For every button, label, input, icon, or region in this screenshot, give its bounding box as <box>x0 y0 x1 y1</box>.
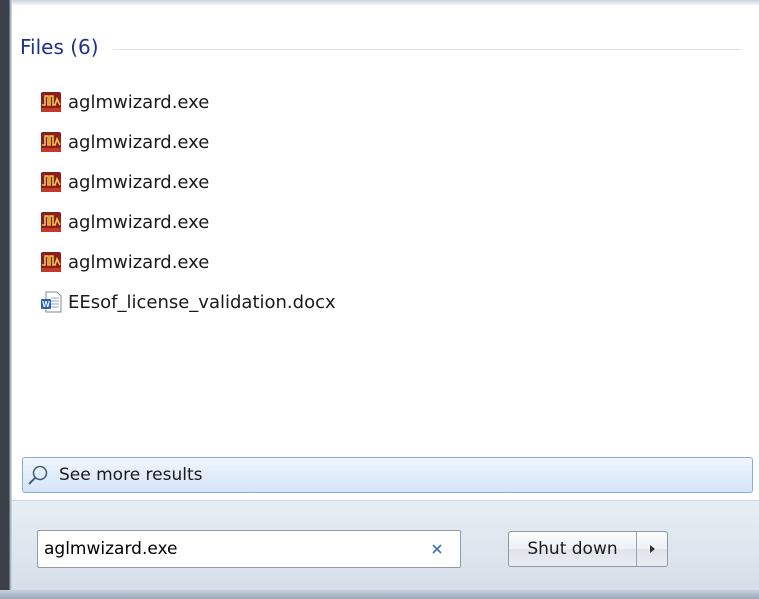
files-group-header[interactable]: Files (6) <box>20 32 742 62</box>
files-group-title[interactable]: Files (6) <box>20 35 99 59</box>
start-menu-search-panel: Files (6) aglmwizard.exe aglmwizard.exe <box>0 0 759 599</box>
shutdown-button[interactable]: Shut down <box>509 532 637 566</box>
chevron-right-icon <box>650 545 655 553</box>
file-result-item[interactable]: aglmwizard.exe <box>40 202 640 242</box>
agilent-wizard-icon <box>41 172 61 192</box>
file-name: aglmwizard.exe <box>68 211 210 233</box>
word-document-icon: W <box>41 291 62 313</box>
shutdown-options-button[interactable] <box>637 532 667 566</box>
file-name: aglmwizard.exe <box>68 171 210 193</box>
search-box[interactable] <box>37 530 461 568</box>
agilent-wizard-icon <box>41 132 61 152</box>
agilent-wizard-icon <box>41 92 61 112</box>
file-result-item[interactable]: aglmwizard.exe <box>40 122 640 162</box>
file-name: EEsof_license_validation.docx <box>68 291 336 313</box>
close-icon[interactable] <box>428 540 446 558</box>
agilent-wizard-icon <box>41 212 61 232</box>
file-results-list: aglmwizard.exe aglmwizard.exe aglmwizard… <box>40 82 640 322</box>
bottom-edge <box>0 590 759 599</box>
file-name: aglmwizard.exe <box>68 251 210 273</box>
file-result-item[interactable]: aglmwizard.exe <box>40 82 640 122</box>
file-name: aglmwizard.exe <box>68 91 210 113</box>
file-result-item[interactable]: aglmwizard.exe <box>40 162 640 202</box>
search-input[interactable] <box>38 534 404 564</box>
window-edge <box>0 0 12 599</box>
file-name: aglmwizard.exe <box>68 131 210 153</box>
shutdown-button-group: Shut down <box>508 531 668 567</box>
file-result-item[interactable]: aglmwizard.exe <box>40 242 640 282</box>
search-icon <box>28 465 48 485</box>
see-more-results-label: See more results <box>59 465 203 485</box>
svg-text:W: W <box>42 300 50 309</box>
file-result-item[interactable]: W EEsof_license_validation.docx <box>40 282 640 322</box>
group-divider <box>112 48 742 50</box>
agilent-wizard-icon <box>41 252 61 272</box>
see-more-results-button[interactable]: See more results <box>22 457 753 493</box>
